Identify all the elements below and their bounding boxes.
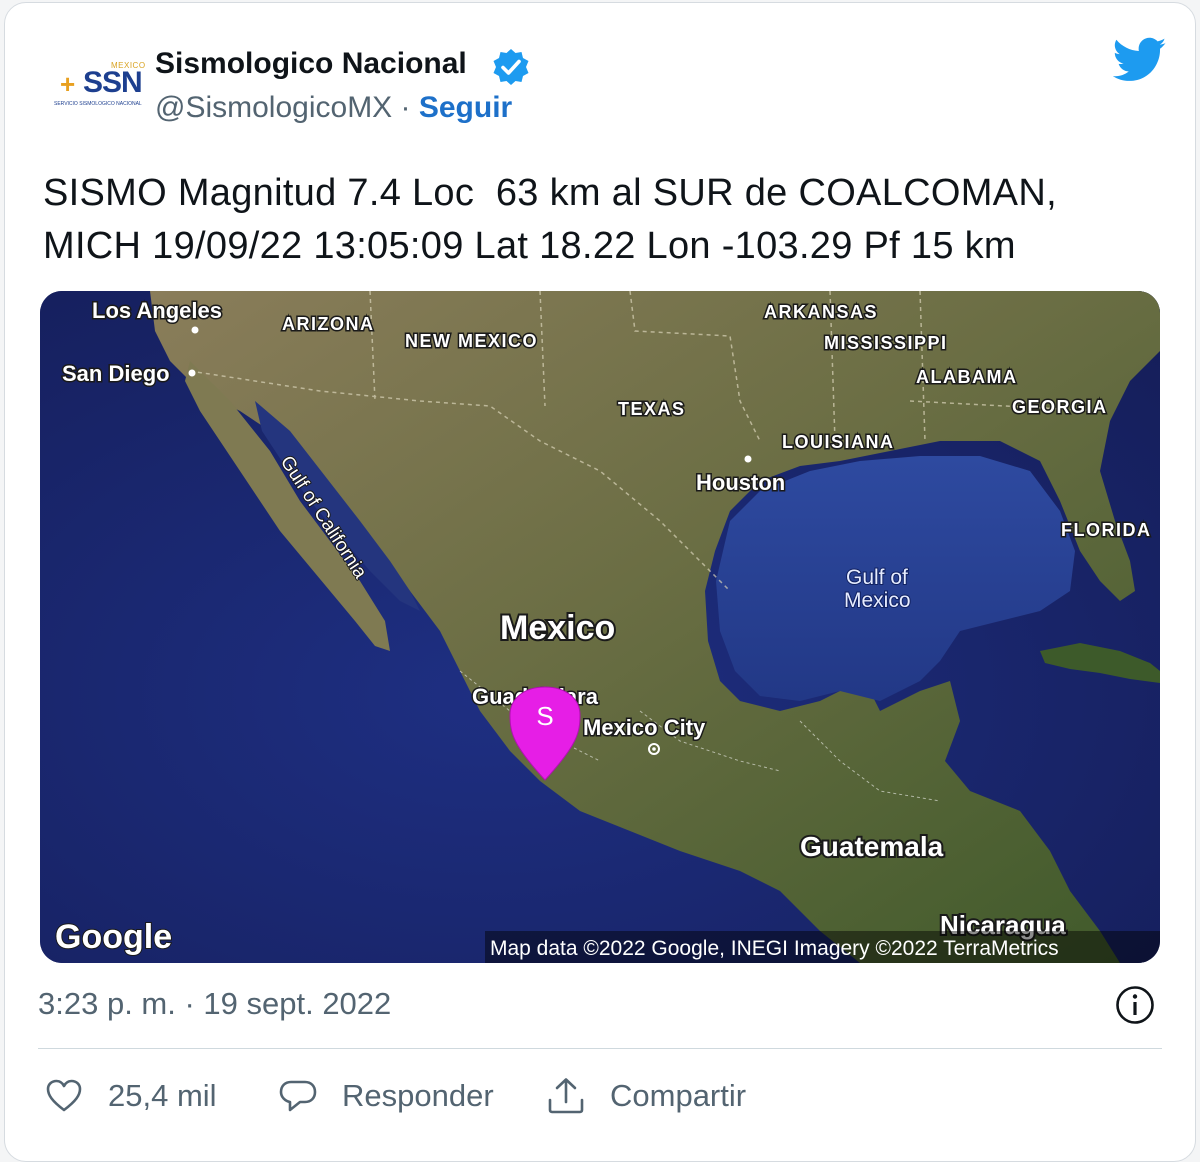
label-new-mexico: NEW MEXICO	[405, 331, 538, 351]
label-florida: FLORIDA	[1061, 520, 1152, 540]
verified-badge-icon	[493, 49, 529, 85]
likes-count: 25,4 mil	[108, 1078, 217, 1113]
avatar-logo-text: SSN	[83, 66, 143, 99]
divider	[38, 1048, 1162, 1049]
mexico-city-marker-dot	[652, 747, 656, 751]
label-georgia: GEORGIA	[1012, 397, 1108, 417]
share-upload-icon	[548, 1078, 584, 1114]
avatar-subtitle: SERVICIO SISMOLOGICO NACIONAL	[54, 101, 142, 107]
label-mexico-city: Mexico City	[583, 715, 706, 740]
info-icon[interactable]	[1114, 984, 1156, 1026]
share-label: Compartir	[610, 1078, 747, 1113]
tweet-text-line-1: SISMO Magnitud 7.4 Loc 63 km al SUR de C…	[43, 172, 1057, 214]
label-texas: TEXAS	[618, 399, 686, 419]
label-houston: Houston	[696, 470, 785, 495]
marker-letter: S	[536, 701, 553, 731]
label-san-diego: San Diego	[62, 361, 170, 386]
label-louisiana: LOUISIANA	[782, 432, 895, 452]
share-button[interactable]: Compartir	[546, 1074, 746, 1118]
san-diego-dot	[188, 369, 196, 377]
label-alabama: ALABAMA	[916, 367, 1017, 387]
label-los-angeles: Los Angeles	[92, 298, 222, 323]
google-logo[interactable]: Google	[54, 917, 173, 957]
tweet-text-line-2: MICH 19/09/22 13:05:09 Lat 18.22 Lon -10…	[43, 225, 1016, 267]
map-attribution[interactable]: Map data ©2022 Google, INEGI Imagery ©20…	[490, 937, 1059, 960]
houston-dot	[744, 455, 752, 463]
reply-button[interactable]: Responder	[278, 1074, 494, 1118]
label-arizona: ARIZONA	[282, 314, 375, 334]
tweet-timestamp[interactable]: 3:23 p. m. · 19 sept. 2022	[38, 986, 391, 1022]
avatar[interactable]: MEXICO + SSN SERVICIO SISMOLOGICO NACION…	[49, 49, 145, 145]
map-canvas: Los Angeles San Diego ARIZONA NEW MEXICO…	[40, 291, 1160, 963]
twitter-bird-icon[interactable]	[1113, 37, 1167, 83]
like-button[interactable]: 25,4 mil	[44, 1074, 217, 1118]
map-image[interactable]: Los Angeles San Diego ARIZONA NEW MEXICO…	[40, 291, 1160, 963]
label-gulf-of-mexico-2: Mexico	[844, 589, 911, 612]
follow-button[interactable]: Seguir	[419, 91, 512, 124]
heart-icon	[46, 1079, 82, 1112]
label-gulf-of-mexico-1: Gulf of	[846, 566, 908, 589]
label-arkansas: ARKANSAS	[764, 302, 878, 322]
los-angeles-dot	[191, 326, 199, 334]
handle-separator: ·	[392, 91, 419, 124]
reply-bubble-icon	[279, 1080, 317, 1112]
display-name[interactable]: Sismologico Nacional	[155, 47, 467, 81]
label-mexico: Mexico	[500, 609, 615, 647]
account-handle[interactable]: @SismologicoMX	[155, 91, 392, 124]
handle-row: @SismologicoMX · Seguir	[155, 91, 512, 125]
label-mississippi: MISSISSIPPI	[824, 333, 948, 353]
reply-label: Responder	[342, 1078, 494, 1113]
tweet-text: SISMO Magnitud 7.4 Loc 63 km al SUR de C…	[43, 167, 1163, 273]
label-guatemala: Guatemala	[800, 831, 944, 862]
avatar-cross-icon: +	[60, 69, 76, 99]
